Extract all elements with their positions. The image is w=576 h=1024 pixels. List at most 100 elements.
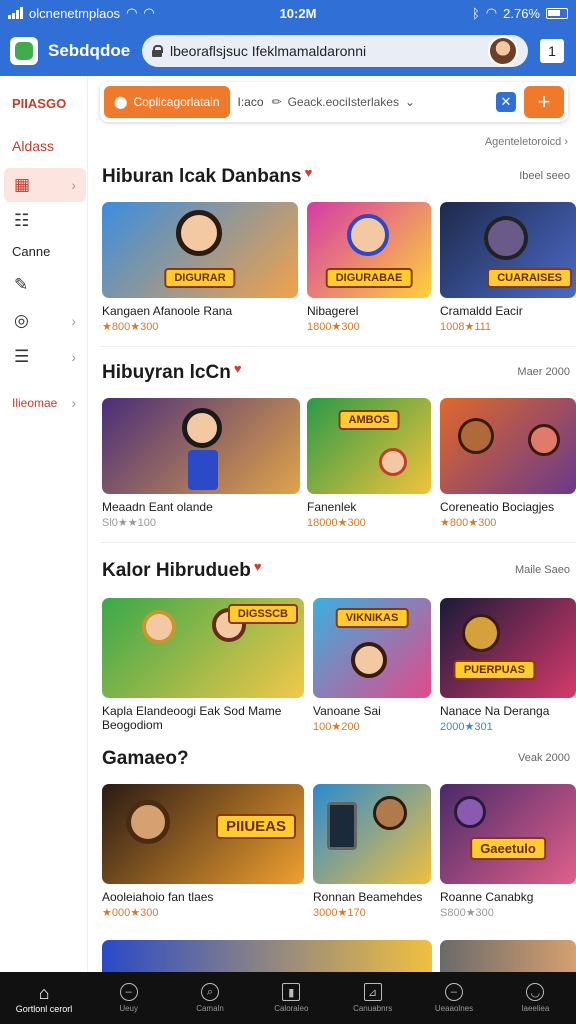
browser-bar: Sebdqdoe lbeoraflsjsuc Ifeklmamaldaronni… [0, 26, 576, 76]
sidebar-item-tag[interactable]: ✎ [4, 268, 86, 302]
game-title: Roanne Canabkg [440, 890, 534, 904]
wifi-icon-3: ◠ [485, 5, 498, 20]
sidebar-item-globe[interactable]: ◎ › [4, 304, 86, 338]
sidebar-item-list[interactable]: ☰ › [4, 340, 86, 374]
game-tag: AMBOS [338, 410, 400, 430]
game-card[interactable]: Ronnan Beamehdes 3000★170 [313, 784, 431, 919]
game-title: Vanoane Sai [313, 704, 381, 718]
game-title: Aooleiahoio fan tlaes [102, 890, 214, 904]
search-field[interactable]: ✏ Geack.eociIsterlakes ⌄ [272, 95, 488, 109]
game-thumbnail: PIIUEAS [102, 784, 304, 884]
add-button[interactable]: + [524, 86, 564, 118]
game-rating: Sl0★★100 [102, 517, 156, 529]
address-bar[interactable]: lbeoraflsjsuc Ifeklmamaldaronni [142, 35, 528, 67]
game-title-line2: Beogodiom [102, 718, 163, 732]
game-thumbnail: PUERPUAS [440, 598, 576, 698]
section-title: Kalor Hibrudueb ♥ [102, 559, 262, 581]
game-thumbnail: DIGURAR [102, 202, 298, 298]
game-card[interactable]: Gaeetulo Roanne Canabkg S800★300 [440, 784, 576, 919]
bottom-nav-item[interactable]: ⌕ Camaln [169, 983, 250, 1013]
game-card[interactable]: DIGURABAE Nibagerel 1800★300 [307, 202, 431, 333]
location-pill-button[interactable]: ⬤ Coplicagorlatain [104, 86, 230, 118]
game-thumbnail: VIKNIKAS [313, 598, 431, 698]
section-more-link[interactable]: Maer 2000 [517, 366, 570, 378]
section-2: Hibuyran lcCn ♥ Maer 2000 Meaadn Eant ola… [88, 361, 576, 542]
chevron-down-icon: ⌄ [404, 95, 416, 109]
avatar[interactable] [488, 36, 518, 66]
game-card[interactable]: PIIUEAS Aooleiahoio fan tlaes ★000★300 [102, 784, 304, 919]
game-rating: S800★300 [440, 907, 494, 919]
game-rating: 18000★300 [307, 517, 366, 529]
game-title: Kapla Elandeoogi Eak Sod Mame [102, 704, 282, 718]
search-icon: ⌕ [200, 983, 219, 1001]
game-card[interactable]: PUERPUAS Nanace Na Deranga 2000★301 [440, 598, 576, 733]
chart-icon: ⊿ [363, 983, 382, 1001]
globe-icon: ◎ [14, 311, 29, 330]
book-icon: ▮ [282, 983, 301, 1001]
bottom-nav-item[interactable]: – Ueuy [88, 983, 169, 1013]
bottom-nav-item[interactable]: – Ueaaolnes [413, 983, 494, 1013]
game-title: Kangaen Afanoole Rana [102, 304, 233, 318]
section-4: Gamaeo? Veak 2000 PIIUEAS Aooleiahoio fa… [88, 748, 576, 980]
game-thumbnail [313, 784, 431, 884]
section-title: Hiburan lcak Danbans ♥ [102, 165, 313, 187]
section-divider [100, 346, 576, 347]
home-icon: ⌂ [38, 982, 50, 1003]
bottom-nav-item[interactable]: ◡ Iaeeliea [495, 983, 576, 1013]
game-thumbnail [440, 398, 576, 494]
game-tag: DIGURABAE [325, 268, 413, 288]
status-bar: olcnenetmplaos ◠ ◠ 10:2M ᛒ ◠ 2.76% [0, 0, 576, 26]
game-tag: VIKNIKAS [335, 608, 409, 628]
game-rating: 1800★300 [307, 321, 360, 333]
bottom-nav-home[interactable]: ⌂ Gortlonl cerorl [0, 972, 88, 1024]
chevron-right-icon: › [71, 177, 76, 193]
section-more-link[interactable]: Veak 2000 [518, 752, 570, 764]
carrier-name: olcnenetmplaos [29, 5, 121, 21]
app-logo[interactable] [10, 37, 38, 65]
game-card[interactable]: Meaadn Eant olande Sl0★★100 [102, 398, 300, 529]
section-title: Gamaeo? [102, 748, 189, 769]
battery-percent: 2.76% [503, 5, 540, 21]
circle-icon: – [119, 983, 138, 1001]
lock-icon [152, 45, 163, 57]
sidebar-label-game[interactable]: Canne [12, 244, 50, 259]
game-card[interactable]: DIGSSCB Kapla Elandeoogi Eak Sod Mame Be… [102, 598, 304, 732]
game-card[interactable]: VIKNIKAS Vanoane Sai 100★200 [313, 598, 431, 733]
game-tag: PIIUEAS [215, 814, 296, 839]
sidebar-item-calendar[interactable]: ▦ › [4, 168, 86, 202]
section-more-link[interactable]: Ibeel seeo [519, 170, 570, 182]
sidebar-title: PIIASGO [12, 96, 67, 111]
game-card[interactable]: DIGURAR Kangaen Afanoole Rana ★800★300 [102, 202, 298, 333]
app-name: Sebdqdoe [48, 41, 131, 60]
toolbar-mid-text[interactable]: I:aco [238, 95, 264, 109]
bottom-nav-item[interactable]: ⊿ Canuabnrs [332, 983, 413, 1013]
bottom-nav-item[interactable]: ▮ Caloraleo [251, 983, 332, 1013]
heart-icon: ♥ [304, 165, 313, 180]
game-title: Fanenlek [307, 500, 357, 514]
sidebar-subtitle[interactable]: Aldass [12, 138, 54, 154]
game-rating: ★800★300 [102, 321, 159, 333]
game-card[interactable]: Coreneatio Bociagjes ★800★300 [440, 398, 576, 529]
top-link[interactable]: Agenteletoroicd › [485, 136, 568, 148]
game-rating: 3000★170 [313, 907, 366, 919]
game-thumbnail: AMBOS [307, 398, 431, 494]
game-card[interactable]: CUARAISES Cramaldd Eacir 1008★111 [440, 202, 576, 333]
game-rating: ★800★300 [440, 517, 497, 529]
signal-icon [8, 7, 23, 19]
sidebar-item-grid[interactable]: ☷ [4, 204, 86, 238]
game-title: Cramaldd Eacir [440, 304, 523, 318]
game-tag: Gaeetulo [470, 837, 546, 860]
sidebar-item-bottom[interactable]: Ilieomae › [4, 386, 86, 420]
chevron-right-icon: › [71, 395, 76, 411]
list-icon: ☰ [14, 347, 30, 366]
url-text[interactable]: lbeoraflsjsuc Ifeklmamaldaronni [170, 43, 480, 59]
close-icon[interactable]: ✕ [496, 92, 516, 112]
tab-count-button[interactable]: 1 [538, 37, 566, 65]
game-title: Coreneatio Bociagjes [440, 500, 555, 514]
game-card[interactable]: AMBOS Fanenlek 18000★300 [307, 398, 431, 529]
section-more-link[interactable]: Maile Saeo [515, 564, 570, 576]
section-1: Hiburan lcak Danbans ♥ Ibeel seeo DIGURAR… [88, 165, 576, 346]
section-divider [100, 542, 576, 543]
game-rating: 100★200 [313, 721, 360, 733]
game-thumbnail: Gaeetulo [440, 784, 576, 884]
